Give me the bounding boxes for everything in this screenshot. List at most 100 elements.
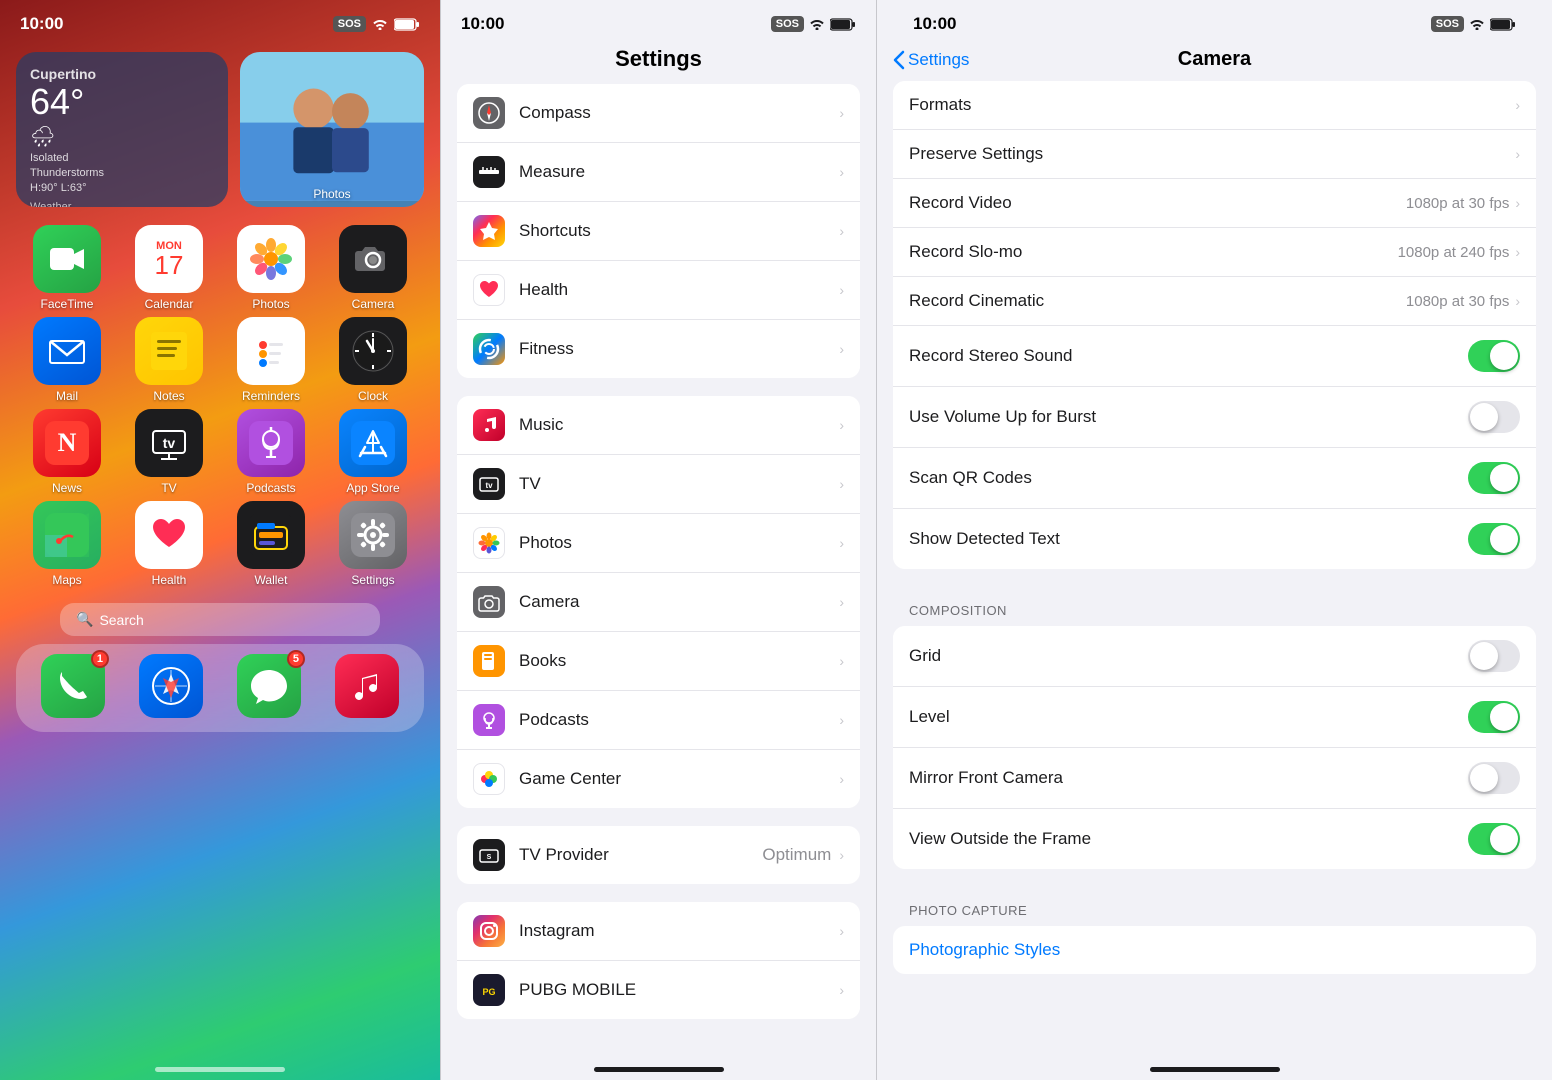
settings-item-measure[interactable]: Measure ›	[457, 143, 860, 202]
appstore-icon	[339, 409, 407, 477]
camera-item-viewoutside[interactable]: View Outside the Frame	[893, 809, 1536, 869]
search-bar[interactable]: 🔍 Search	[60, 603, 380, 636]
settings-item-gamecenter[interactable]: Game Center ›	[457, 750, 860, 808]
detectedtext-toggle[interactable]	[1468, 523, 1520, 555]
widgets-row: Cupertino 64° 🌧 IsolatedThunderstormsH:9…	[0, 44, 440, 215]
app-settings[interactable]: Settings	[328, 501, 418, 587]
tvprovider-chevron: ›	[839, 847, 844, 863]
camera-item-recordcinematic[interactable]: Record Cinematic 1080p at 30 fps ›	[893, 277, 1536, 326]
dock-music[interactable]	[322, 654, 412, 722]
app-facetime[interactable]: FaceTime	[22, 225, 112, 311]
camera-battery-icon	[1490, 18, 1516, 31]
settings-panel: 10:00 SOS Settings	[440, 0, 876, 1080]
settings-item-books[interactable]: Books ›	[457, 632, 860, 691]
dock-phone[interactable]: 1	[28, 654, 118, 722]
app-news[interactable]: N News	[22, 409, 112, 495]
app-reminders[interactable]: Reminders	[226, 317, 316, 403]
settings-scroll[interactable]: Compass › Measure ›	[441, 84, 876, 1059]
back-button[interactable]: Settings	[893, 50, 969, 70]
home-time: 10:00	[20, 14, 63, 34]
dock-messages[interactable]: 5	[224, 654, 314, 722]
photos-preview	[240, 52, 424, 207]
camera-item-mirrorfront[interactable]: Mirror Front Camera	[893, 748, 1536, 809]
settings-status-bar: 10:00 SOS	[441, 0, 876, 40]
recordvideo-label: Record Video	[909, 193, 1406, 213]
app-tv[interactable]: tv TV	[124, 409, 214, 495]
dock-safari[interactable]	[126, 654, 216, 722]
app-camera[interactable]: Camera	[328, 225, 418, 311]
camera-item-grid[interactable]: Grid	[893, 626, 1536, 687]
settings-item-shortcuts[interactable]: Shortcuts ›	[457, 202, 860, 261]
settings-item-health[interactable]: Health ›	[457, 261, 860, 320]
photos-label: Photos	[240, 187, 424, 201]
camera-item-recordvideo[interactable]: Record Video 1080p at 30 fps ›	[893, 179, 1536, 228]
camera-item-scanqr[interactable]: Scan QR Codes	[893, 448, 1536, 509]
scanqr-toggle[interactable]	[1468, 462, 1520, 494]
fitness-label: Fitness	[519, 339, 839, 359]
settings-item-tv[interactable]: tv TV ›	[457, 455, 860, 514]
app-calendar[interactable]: MON 17 Calendar	[124, 225, 214, 311]
settings-item-camera[interactable]: Camera ›	[457, 573, 860, 632]
facetime-icon	[33, 225, 101, 293]
calendar-icon: MON 17	[135, 225, 203, 293]
recordstereo-label: Record Stereo Sound	[909, 346, 1468, 366]
gamecenter-label: Game Center	[519, 769, 839, 789]
settings-item-tvprovider[interactable]: S TV Provider Optimum ›	[457, 826, 860, 884]
app-maps[interactable]: Maps	[22, 501, 112, 587]
photos-widget[interactable]: Photos	[240, 52, 424, 207]
level-toggle[interactable]	[1468, 701, 1520, 733]
books-label: Books	[519, 651, 839, 671]
app-clock[interactable]: Clock	[328, 317, 418, 403]
settings-item-compass[interactable]: Compass ›	[457, 84, 860, 143]
mirrorfront-toggle[interactable]	[1468, 762, 1520, 794]
camera-scroll[interactable]: Formats › Preserve Settings › Record Vid…	[877, 81, 1552, 1059]
app-notes[interactable]: Notes	[124, 317, 214, 403]
camera-item-preserve[interactable]: Preserve Settings ›	[893, 130, 1536, 179]
camera-item-photostyles[interactable]: Photographic Styles	[893, 926, 1536, 974]
fitness-icon	[473, 333, 505, 365]
settings-sos: SOS	[771, 16, 804, 32]
weather-widget[interactable]: Cupertino 64° 🌧 IsolatedThunderstormsH:9…	[16, 52, 228, 207]
settings-item-fitness[interactable]: Fitness ›	[457, 320, 860, 378]
wallet-icon	[237, 501, 305, 569]
camera-item-volumeburst[interactable]: Use Volume Up for Burst	[893, 387, 1536, 448]
grid-toggle[interactable]	[1468, 640, 1520, 672]
settings-item-photos[interactable]: Photos ›	[457, 514, 860, 573]
app-photos[interactable]: Photos	[226, 225, 316, 311]
camera-item-formats[interactable]: Formats ›	[893, 81, 1536, 130]
health-icon	[135, 501, 203, 569]
volumeburst-toggle[interactable]	[1468, 401, 1520, 433]
app-podcasts[interactable]: Podcasts	[226, 409, 316, 495]
photocapture-group: Photographic Styles	[893, 926, 1536, 974]
weather-city: Cupertino	[30, 66, 214, 82]
settings-item-pubg[interactable]: PG PUBG MOBILE ›	[457, 961, 860, 1019]
music-chevron: ›	[839, 417, 844, 433]
app-health[interactable]: Health	[124, 501, 214, 587]
health-chevron: ›	[839, 282, 844, 298]
camera-item-level[interactable]: Level	[893, 687, 1536, 748]
camera-page-title: Camera	[1178, 48, 1251, 71]
battery-icon	[394, 18, 420, 31]
search-label: Search	[99, 612, 143, 628]
camera-home-indicator	[1150, 1067, 1280, 1072]
viewoutside-toggle[interactable]	[1468, 823, 1520, 855]
photos-settings-icon	[473, 527, 505, 559]
app-mail[interactable]: Mail	[22, 317, 112, 403]
recordstereo-toggle[interactable]	[1468, 340, 1520, 372]
mail-icon	[33, 317, 101, 385]
fitness-chevron: ›	[839, 341, 844, 357]
settings-label: Settings	[351, 573, 394, 587]
toggle-thumb	[1490, 342, 1518, 370]
news-icon: N	[33, 409, 101, 477]
recordslomo-value: 1080p at 240 fps	[1398, 244, 1510, 261]
camera-item-recordslomo[interactable]: Record Slo-mo 1080p at 240 fps ›	[893, 228, 1536, 277]
settings-item-instagram[interactable]: Instagram ›	[457, 902, 860, 961]
app-appstore[interactable]: App Store	[328, 409, 418, 495]
tv-icon: tv	[135, 409, 203, 477]
settings-item-music[interactable]: Music ›	[457, 396, 860, 455]
app-wallet[interactable]: Wallet	[226, 501, 316, 587]
camera-item-recordstereo[interactable]: Record Stereo Sound	[893, 326, 1536, 387]
settings-item-podcasts[interactable]: Podcasts ›	[457, 691, 860, 750]
camera-item-detectedtext[interactable]: Show Detected Text	[893, 509, 1536, 569]
home-status-bar: 10:00 SOS	[0, 0, 440, 40]
